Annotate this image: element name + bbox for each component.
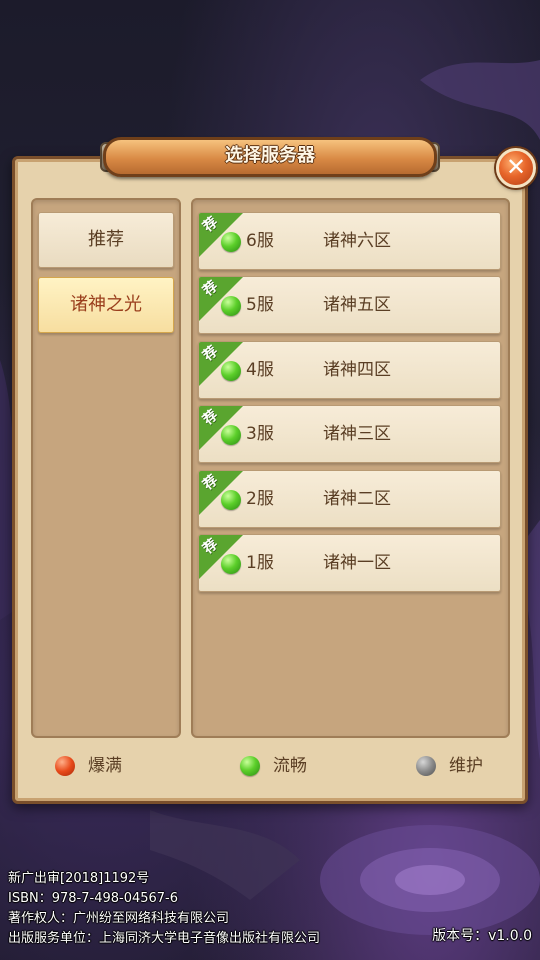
server-number: 3服 bbox=[246, 424, 274, 444]
gray-status-dot-icon bbox=[416, 756, 436, 776]
publisher: 出版服务单位：上海同济大学电子音像出版社有限公司 bbox=[8, 931, 321, 946]
approval-number: 新广出审[2018]1192号 bbox=[8, 871, 150, 886]
green-status-dot-icon bbox=[221, 232, 241, 252]
green-status-dot-icon bbox=[221, 490, 241, 510]
server-row[interactable]: 荐 3服 诸神三区 bbox=[198, 405, 501, 463]
legend-label: 维护 bbox=[449, 756, 483, 776]
legend-label: 流畅 bbox=[273, 756, 307, 776]
green-status-dot-icon bbox=[221, 425, 241, 445]
green-status-dot-icon bbox=[221, 296, 241, 316]
legend-label: 爆满 bbox=[88, 756, 122, 776]
category-label: 诸神之光 bbox=[70, 294, 142, 315]
close-icon: ✕ bbox=[505, 153, 527, 181]
close-button[interactable]: ✕ bbox=[496, 148, 536, 188]
copyright-holder: 著作权人：广州纷至网络科技有限公司 bbox=[8, 911, 230, 926]
red-status-dot-icon bbox=[55, 756, 75, 776]
server-name: 诸神六区 bbox=[323, 231, 391, 251]
dialog-title: 选择服务器 bbox=[225, 145, 315, 166]
green-status-dot-icon bbox=[221, 554, 241, 574]
server-row[interactable]: 荐 4服 诸神四区 bbox=[198, 341, 501, 399]
server-name: 诸神五区 bbox=[323, 295, 391, 315]
server-name: 诸神四区 bbox=[323, 360, 391, 380]
server-number: 4服 bbox=[246, 360, 274, 380]
server-row[interactable]: 荐 1服 诸神一区 bbox=[198, 534, 501, 592]
server-number: 6服 bbox=[246, 231, 274, 251]
server-name: 诸神一区 bbox=[323, 553, 391, 573]
green-status-dot-icon bbox=[221, 361, 241, 381]
server-number: 5服 bbox=[246, 295, 274, 315]
server-number: 1服 bbox=[246, 553, 274, 573]
category-label: 推荐 bbox=[88, 229, 124, 250]
server-row[interactable]: 荐 6服 诸神六区 bbox=[198, 212, 501, 270]
server-row[interactable]: 荐 5服 诸神五区 bbox=[198, 276, 501, 334]
server-name: 诸神三区 bbox=[323, 424, 391, 444]
version-label: 版本号：v1.0.0 bbox=[432, 928, 532, 944]
server-number: 2服 bbox=[246, 489, 274, 509]
category-tab-recommend[interactable]: 推荐 bbox=[38, 212, 174, 268]
server-row[interactable]: 荐 2服 诸神二区 bbox=[198, 470, 501, 528]
green-status-dot-icon bbox=[240, 756, 260, 776]
isbn: ISBN：978-7-498-04567-6 bbox=[8, 891, 179, 906]
server-name: 诸神二区 bbox=[323, 489, 391, 509]
category-tab-zhushen-zhiguang[interactable]: 诸神之光 bbox=[38, 277, 174, 333]
